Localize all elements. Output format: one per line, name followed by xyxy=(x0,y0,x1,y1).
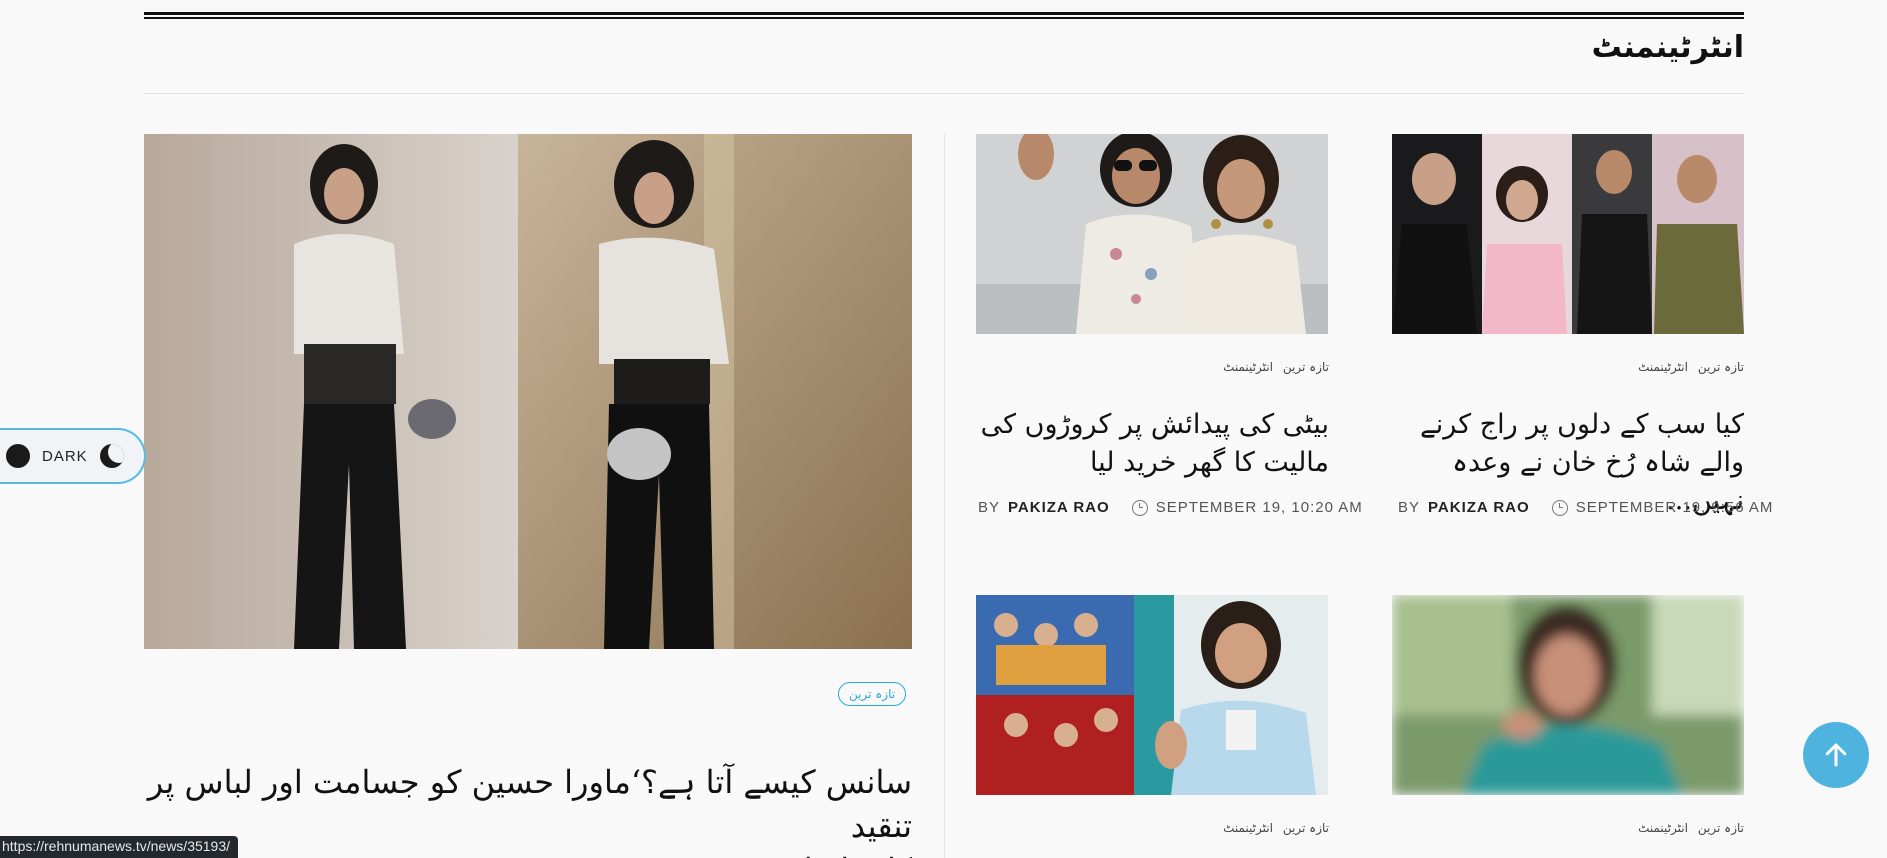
featured-tag[interactable]: تازہ ترین xyxy=(838,682,907,706)
card-image-1[interactable] xyxy=(976,134,1328,334)
post-date: SEPTEMBER 19, 10:20 AM xyxy=(1155,499,1363,516)
category-link[interactable]: انٹرٹینمنٹ xyxy=(1223,821,1273,835)
dark-dot-icon xyxy=(6,444,30,468)
card-image-3[interactable] xyxy=(976,595,1328,795)
section-title[interactable]: انٹرٹینمنٹ xyxy=(1592,30,1744,65)
status-bar-url: https://rehnumanews.tv/news/35193/ xyxy=(0,836,239,858)
category-link[interactable]: انٹرٹینمنٹ xyxy=(1638,821,1688,835)
card-byline-2: BY PAKIZA RAO SEPTEMBER 19, 9:56 AM xyxy=(1398,499,1774,516)
category-link[interactable]: انٹرٹینمنٹ xyxy=(1638,360,1688,374)
post-date: SEPTEMBER 19, 9:56 AM xyxy=(1575,499,1774,516)
section-divider xyxy=(144,93,1744,94)
column-divider xyxy=(944,134,945,858)
card-image-2[interactable] xyxy=(1392,134,1744,334)
card-categories-1: تازہ ترین انٹرٹینمنٹ xyxy=(1223,360,1329,374)
card-categories-3: تازہ ترین انٹرٹینمنٹ xyxy=(1223,821,1329,835)
scroll-to-top-button[interactable] xyxy=(1803,722,1869,788)
card-image-4[interactable] xyxy=(1392,595,1744,795)
card-categories-2: تازہ ترین انٹرٹینمنٹ xyxy=(1638,360,1744,374)
dark-mode-toggle[interactable]: DARK xyxy=(0,428,146,484)
arrow-up-icon xyxy=(1825,743,1847,767)
featured-image[interactable] xyxy=(144,134,912,649)
clock-icon xyxy=(1131,499,1148,516)
clock-icon xyxy=(1551,499,1568,516)
dark-mode-label: DARK xyxy=(42,447,88,465)
moon-icon xyxy=(99,444,124,468)
page: انٹرٹینمنٹ تازہ ترین انٹرٹینمنٹ بیٹی کی … xyxy=(0,0,1887,858)
card-byline-1: BY PAKIZA RAO SEPTEMBER 19, 10:20 AM xyxy=(978,499,1363,516)
category-link[interactable]: تازہ ترین xyxy=(1283,821,1329,835)
category-link[interactable]: تازہ ترین xyxy=(1698,360,1744,374)
author-link[interactable]: PAKIZA RAO xyxy=(1428,499,1530,516)
category-link[interactable]: تازہ ترین xyxy=(1283,360,1329,374)
category-link[interactable]: انٹرٹینمنٹ xyxy=(1223,360,1273,374)
author-link[interactable]: PAKIZA RAO xyxy=(1008,499,1110,516)
category-link[interactable]: تازہ ترین xyxy=(1698,821,1744,835)
card-categories-4: تازہ ترین انٹرٹینمنٹ xyxy=(1638,821,1744,835)
section-top-rule xyxy=(144,12,1744,19)
featured-headline[interactable]: سانس کیسے آتا ہے؟‘ماورا حسین کو جسامت او… xyxy=(132,760,912,858)
card-headline-1[interactable]: بیٹی کی پیدائش پر کروڑوں کی مالیت کا گھر… xyxy=(977,406,1329,482)
